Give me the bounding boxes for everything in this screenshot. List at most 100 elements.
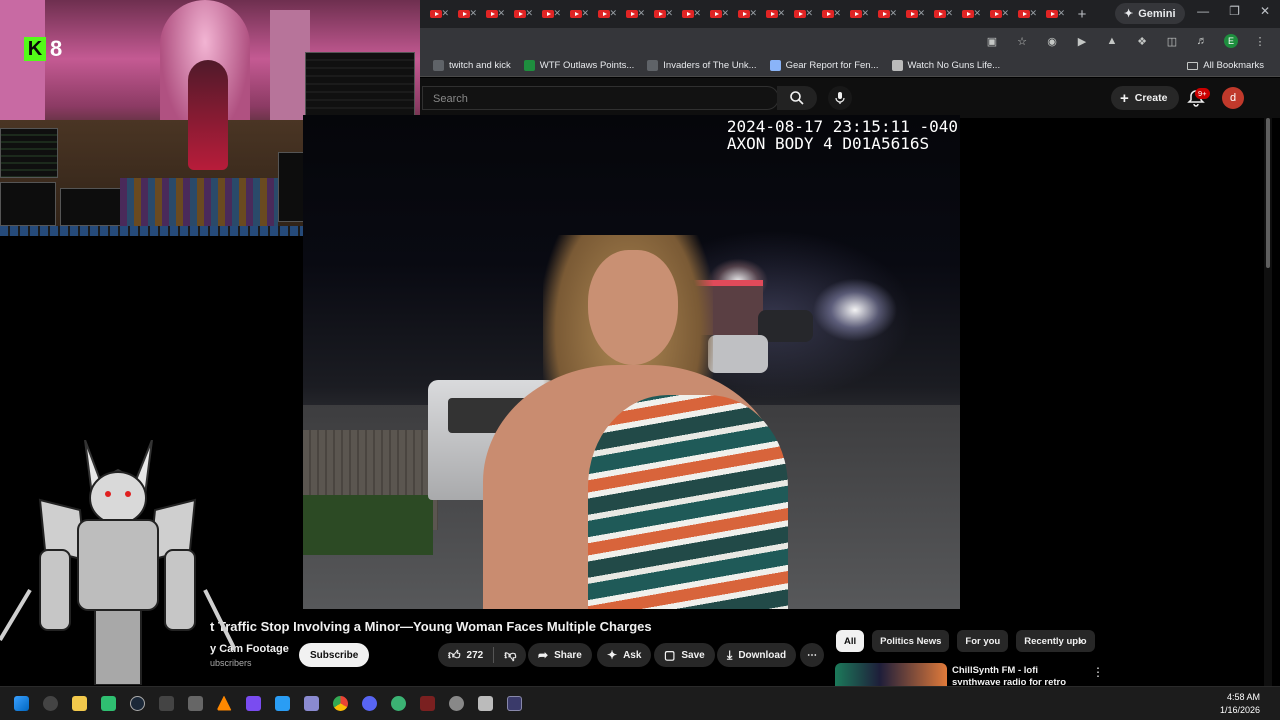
tab-close-icon[interactable]: ✕ xyxy=(637,8,645,19)
side-panel-icon[interactable]: ◫ xyxy=(1164,33,1180,49)
browser-tab[interactable]: ✕ xyxy=(1038,3,1066,25)
app-icon[interactable] xyxy=(503,691,525,715)
tab-close-icon[interactable]: ✕ xyxy=(441,8,449,19)
puzzle-extensions-icon[interactable]: ❖ xyxy=(1134,33,1150,49)
browser-tab[interactable]: ✕ xyxy=(842,3,870,25)
video-player[interactable]: 2024-08-17 23:15:11 -040 AXON BODY 4 D01A… xyxy=(303,115,960,609)
browser-tab[interactable]: ✕ xyxy=(534,3,562,25)
browser-tab[interactable]: ✕ xyxy=(730,3,758,25)
browser-tab[interactable]: ✕ xyxy=(786,3,814,25)
tab-close-icon[interactable]: ✕ xyxy=(553,8,561,19)
restore-icon[interactable]: ❐ xyxy=(1229,4,1240,18)
tab-close-icon[interactable]: ✕ xyxy=(469,8,477,19)
page-scrollbar[interactable] xyxy=(1264,118,1272,686)
chip-politics-news[interactable]: Politics News xyxy=(872,630,950,652)
all-bookmarks-button[interactable]: All Bookmarks xyxy=(1187,60,1264,71)
tab-close-icon[interactable]: ✕ xyxy=(525,8,533,19)
browser-tab[interactable]: ✕ xyxy=(926,3,954,25)
tab-close-icon[interactable]: ✕ xyxy=(497,8,505,19)
minimize-icon[interactable]: — xyxy=(1197,4,1209,18)
extension-icon[interactable]: ◉ xyxy=(1044,33,1060,49)
tab-close-icon[interactable]: ✕ xyxy=(1029,8,1037,19)
share-button[interactable]: ➦ Share xyxy=(528,643,592,667)
chip-all[interactable]: All xyxy=(836,630,865,652)
browser-tab[interactable]: ✕ xyxy=(590,3,618,25)
app-icon[interactable] xyxy=(300,691,322,715)
browser-tab[interactable]: ✕ xyxy=(506,3,534,25)
tab-close-icon[interactable]: ✕ xyxy=(861,8,869,19)
profile-avatar[interactable]: E xyxy=(1224,34,1238,48)
new-tab-button[interactable]: + xyxy=(1072,6,1092,23)
browser-tab[interactable]: ✕ xyxy=(422,3,450,25)
recommended-video-thumbnail[interactable] xyxy=(835,663,947,686)
account-avatar[interactable]: d xyxy=(1222,87,1244,109)
bookmark-star-icon[interactable]: ☆ xyxy=(1014,33,1030,49)
browser-tab[interactable]: ✕ xyxy=(898,3,926,25)
tab-close-icon[interactable]: ✕ xyxy=(1001,8,1009,19)
tab-close-icon[interactable]: ✕ xyxy=(749,8,757,19)
app-icon[interactable] xyxy=(184,691,206,715)
bookmark-item[interactable]: Invaders of The Unk... xyxy=(647,60,757,71)
search-icon[interactable] xyxy=(39,691,61,715)
browser-tab[interactable]: ✕ xyxy=(870,3,898,25)
chevron-right-icon[interactable]: › xyxy=(1078,632,1083,648)
tab-close-icon[interactable]: ✕ xyxy=(609,8,617,19)
scrollbar-thumb[interactable] xyxy=(1266,118,1270,268)
bookmark-item[interactable]: Watch No Guns Life... xyxy=(891,60,1000,71)
browser-tab[interactable]: ✕ xyxy=(954,3,982,25)
app-icon[interactable] xyxy=(416,691,438,715)
tab-close-icon[interactable]: ✕ xyxy=(721,8,729,19)
extension-icon[interactable]: ▶ xyxy=(1074,33,1090,49)
tab-close-icon[interactable]: ✕ xyxy=(945,8,953,19)
ask-button[interactable]: ✦ Ask xyxy=(597,643,652,667)
steam-icon[interactable] xyxy=(126,691,148,715)
tab-close-icon[interactable]: ✕ xyxy=(917,8,925,19)
bookmark-item[interactable]: Gear Report for Fen... xyxy=(769,60,879,71)
more-actions-button[interactable]: ⋯ xyxy=(800,643,824,667)
chrome-icon[interactable] xyxy=(329,691,351,715)
file-explorer-icon[interactable] xyxy=(68,691,90,715)
browser-tab[interactable]: ✕ xyxy=(562,3,590,25)
app-icon[interactable] xyxy=(271,691,293,715)
voice-search-button[interactable] xyxy=(828,86,852,110)
close-icon[interactable]: ✕ xyxy=(1260,4,1270,18)
tab-close-icon[interactable]: ✕ xyxy=(777,8,785,19)
menu-kebab-icon[interactable]: ⋮ xyxy=(1252,33,1268,49)
install-app-icon[interactable]: ▣ xyxy=(984,33,1000,49)
bookmark-item[interactable]: twitch and kick xyxy=(433,60,511,71)
download-button[interactable]: ⤓ Download xyxy=(717,643,797,667)
browser-tab[interactable]: ✕ xyxy=(1010,3,1038,25)
browser-tab[interactable]: ✕ xyxy=(478,3,506,25)
chip-for-you[interactable]: For you xyxy=(957,630,1009,652)
thumbs-down-icon[interactable]: 👎︎ xyxy=(504,648,516,663)
browser-tab[interactable]: ✕ xyxy=(450,3,478,25)
like-count[interactable]: 272 xyxy=(467,650,484,661)
app-icon[interactable] xyxy=(474,691,496,715)
system-clock[interactable]: 4:58 AM 1/16/2026 xyxy=(1220,691,1260,717)
browser-tab[interactable]: ✕ xyxy=(758,3,786,25)
search-input[interactable]: Search xyxy=(422,86,779,110)
tab-close-icon[interactable]: ✕ xyxy=(693,8,701,19)
windows-start-icon[interactable] xyxy=(10,691,32,715)
tab-close-icon[interactable]: ✕ xyxy=(581,8,589,19)
browser-tab[interactable]: ✕ xyxy=(674,3,702,25)
save-button[interactable]: ▢ Save xyxy=(654,643,715,667)
app-icon[interactable] xyxy=(155,691,177,715)
gemini-button[interactable]: ✦ Gemini xyxy=(1115,3,1185,24)
media-control-icon[interactable]: ♬ xyxy=(1194,33,1210,49)
discord-icon[interactable] xyxy=(358,691,380,715)
bookmark-item[interactable]: WTF Outlaws Points... xyxy=(523,60,634,71)
tab-close-icon[interactable]: ✕ xyxy=(833,8,841,19)
vlc-icon[interactable] xyxy=(213,691,235,715)
recommended-video-menu-icon[interactable]: ⋮ xyxy=(1092,665,1104,679)
browser-tab[interactable]: ✕ xyxy=(814,3,842,25)
create-button[interactable]: + Create xyxy=(1111,86,1180,110)
tab-close-icon[interactable]: ✕ xyxy=(665,8,673,19)
browser-tab[interactable]: ✕ xyxy=(646,3,674,25)
recommended-video-title[interactable]: ChillSynth FM - lofi synthwave radio for… xyxy=(952,665,1082,685)
tab-close-icon[interactable]: ✕ xyxy=(973,8,981,19)
browser-tab[interactable]: ✕ xyxy=(618,3,646,25)
browser-tab[interactable]: ✕ xyxy=(702,3,730,25)
app-icon[interactable] xyxy=(387,691,409,715)
tab-close-icon[interactable]: ✕ xyxy=(805,8,813,19)
